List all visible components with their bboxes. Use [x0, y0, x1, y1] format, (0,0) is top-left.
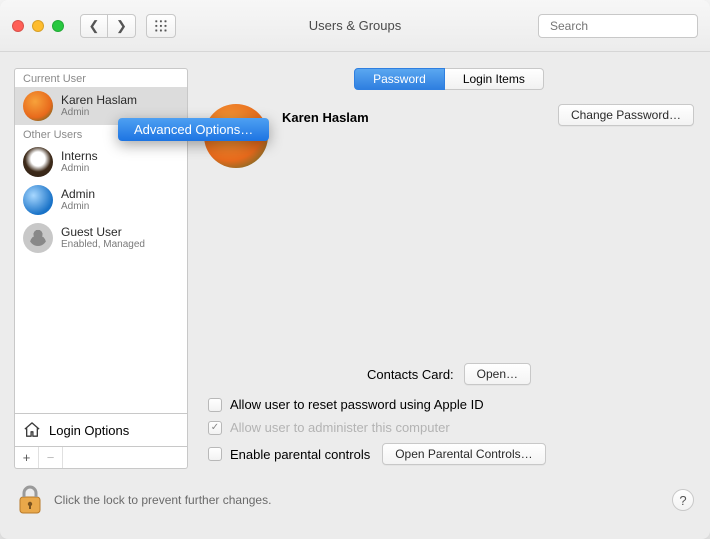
nav-back-forward: ❮ ❯ [80, 14, 136, 38]
user-row[interactable]: Admin Admin [15, 181, 187, 219]
user-role: Admin [61, 163, 98, 174]
checkbox-icon[interactable] [208, 447, 222, 461]
allow-reset-label: Allow user to reset password using Apple… [230, 397, 484, 412]
remove-user-button: − [39, 447, 63, 468]
contacts-card-label: Contacts Card: [367, 367, 454, 382]
minimize-icon[interactable] [32, 20, 44, 32]
add-remove-bar: + − [14, 447, 188, 469]
user-role: Admin [61, 201, 95, 212]
preferences-window: ❮ ❯ Users & Groups Current User Karen Ha… [0, 0, 710, 539]
window-controls [12, 20, 64, 32]
user-name: Karen Haslam [61, 94, 137, 108]
user-role: Admin [61, 107, 137, 118]
user-row[interactable]: Guest User Enabled, Managed [15, 219, 187, 257]
tabs: Password Login Items [202, 68, 696, 90]
search-field[interactable] [538, 14, 698, 38]
user-name: Guest User [61, 226, 145, 240]
lock-icon [16, 483, 44, 517]
allow-reset-row[interactable]: Allow user to reset password using Apple… [208, 397, 696, 412]
add-user-button[interactable]: + [15, 447, 39, 468]
context-menu-advanced-options[interactable]: Advanced Options… [118, 118, 269, 141]
login-options-label: Login Options [49, 423, 129, 438]
lock-button[interactable] [16, 483, 44, 517]
grid-icon [154, 19, 168, 33]
lock-hint: Click the lock to prevent further change… [54, 493, 271, 507]
avatar [23, 91, 53, 121]
avatar [23, 185, 53, 215]
checkbox-icon[interactable] [208, 398, 222, 412]
forward-button[interactable]: ❯ [108, 14, 136, 38]
user-name: Admin [61, 188, 95, 202]
open-parental-controls-button[interactable]: Open Parental Controls… [382, 443, 545, 465]
allow-admin-label: Allow user to administer this computer [230, 420, 450, 435]
parental-label: Enable parental controls [230, 447, 370, 462]
change-password-button[interactable]: Change Password… [558, 104, 694, 126]
show-all-button[interactable] [146, 14, 176, 38]
window-title: Users & Groups [309, 18, 401, 33]
footer: Click the lock to prevent further change… [0, 479, 710, 531]
avatar [23, 147, 53, 177]
titlebar: ❮ ❯ Users & Groups [0, 0, 710, 52]
parental-controls-row: Enable parental controls Open Parental C… [208, 443, 696, 465]
user-role: Enabled, Managed [61, 239, 145, 250]
tab-login-items[interactable]: Login Items [445, 68, 544, 90]
zoom-icon[interactable] [52, 20, 64, 32]
login-options-button[interactable]: Login Options [14, 414, 188, 447]
avatar [23, 223, 53, 253]
search-input[interactable] [550, 19, 705, 33]
user-row[interactable]: Interns Admin [15, 143, 187, 181]
user-full-name: Karen Haslam [282, 110, 544, 125]
house-icon [23, 422, 41, 438]
allow-admin-row: Allow user to administer this computer [208, 420, 696, 435]
open-contacts-button[interactable]: Open… [464, 363, 531, 385]
checkbox-icon [208, 421, 222, 435]
current-user-header: Current User [15, 69, 187, 87]
main-panel: Password Login Items Karen Haslam Change… [202, 68, 696, 469]
help-button[interactable]: ? [672, 489, 694, 511]
user-name: Interns [61, 150, 98, 164]
back-button[interactable]: ❮ [80, 14, 108, 38]
tab-password[interactable]: Password [354, 68, 445, 90]
close-icon[interactable] [12, 20, 24, 32]
